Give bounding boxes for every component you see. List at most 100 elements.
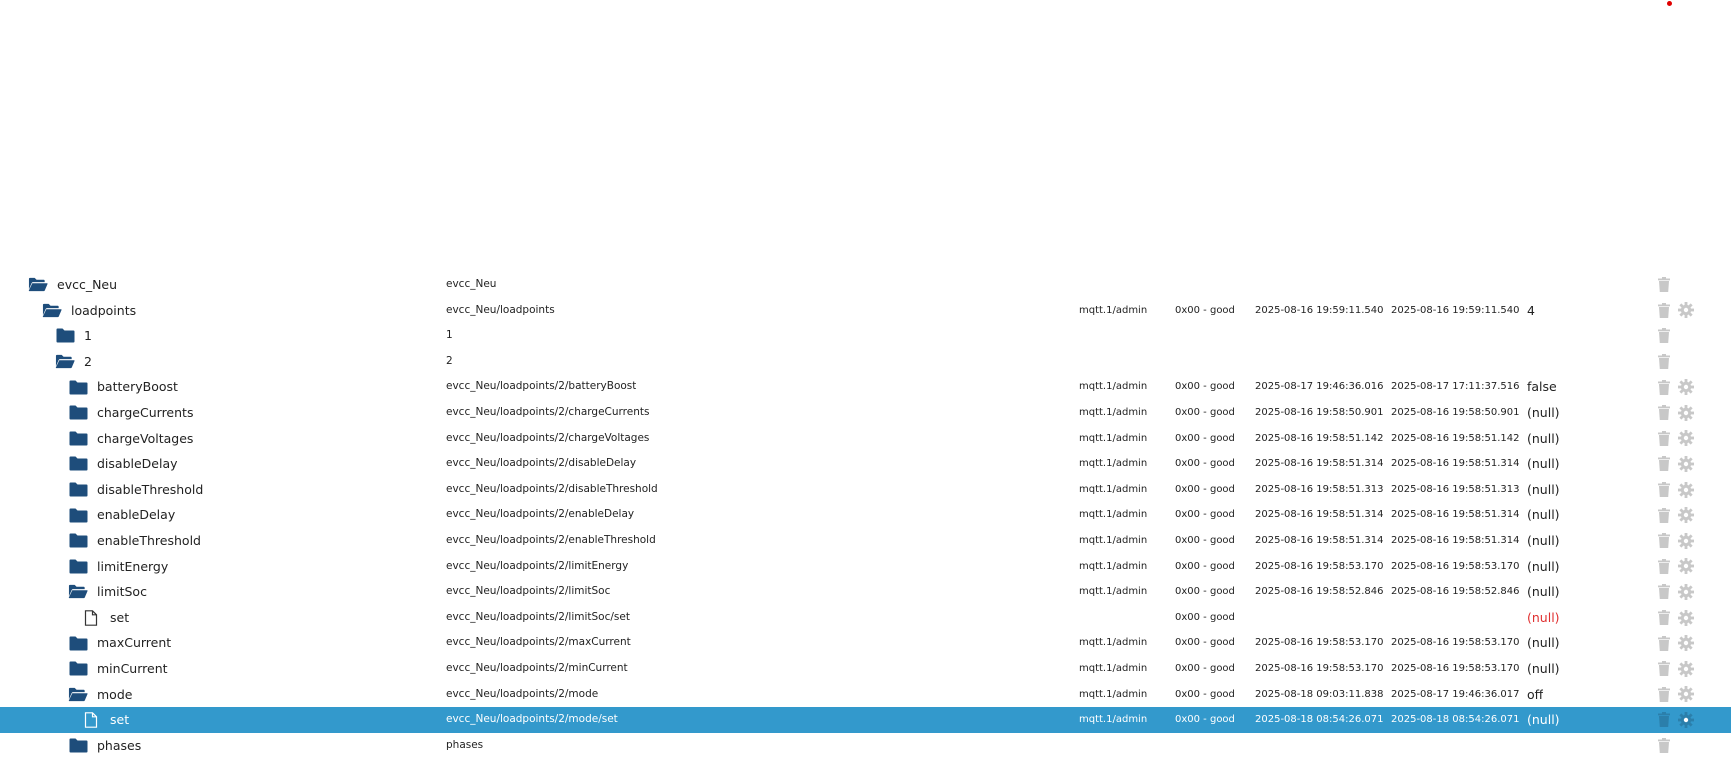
delete-trash-icon[interactable] — [1656, 686, 1672, 702]
delete-trash-icon[interactable] — [1656, 430, 1672, 446]
delete-trash-icon[interactable] — [1656, 302, 1672, 318]
object-value[interactable]: off — [1527, 682, 1543, 708]
tree-row[interactable]: set evcc_Neu/loadpoints/2/limitSoc/set 0x0… — [0, 605, 1731, 631]
object-value[interactable]: (null) — [1527, 630, 1560, 656]
tree-item-name[interactable]: 2 — [55, 349, 92, 375]
delete-trash-icon[interactable] — [1656, 661, 1672, 677]
folder-icon[interactable] — [68, 737, 88, 753]
folder-open-icon[interactable] — [55, 354, 75, 370]
settings-gear-icon[interactable] — [1678, 660, 1694, 677]
tree-item-name[interactable]: enableDelay — [68, 502, 175, 528]
settings-gear-icon[interactable] — [1678, 481, 1694, 498]
settings-gear-icon[interactable] — [1678, 430, 1694, 447]
folder-open-icon[interactable] — [68, 584, 88, 600]
folder-open-icon[interactable] — [42, 302, 62, 318]
object-value[interactable]: (null) — [1527, 477, 1560, 503]
tree-item-name[interactable]: evcc_Neu — [28, 272, 117, 298]
delete-trash-icon[interactable] — [1656, 635, 1672, 651]
tree-item-name[interactable]: limitEnergy — [68, 554, 168, 580]
tree-row[interactable]: limitSoc evcc_Neu/loadpoints/2/limitSoc mq… — [0, 579, 1731, 605]
tree-row[interactable]: 22 — [0, 349, 1731, 375]
settings-gear-icon[interactable] — [1678, 583, 1694, 600]
tree-row[interactable]: disableDelay evcc_Neu/loadpoints/2/disabl… — [0, 451, 1731, 477]
tree-row[interactable]: disableThreshold evcc_Neu/loadpoints/2/di… — [0, 477, 1731, 503]
folder-open-icon[interactable] — [68, 686, 88, 702]
delete-trash-icon[interactable] — [1656, 533, 1672, 549]
tree-item-name[interactable]: set — [81, 605, 129, 631]
tree-item-name[interactable]: maxCurrent — [68, 630, 171, 656]
folder-icon[interactable] — [55, 328, 75, 344]
tree-row[interactable]: chargeCurrents evcc_Neu/loadpoints/2/char… — [0, 400, 1731, 426]
folder-icon[interactable] — [68, 558, 88, 574]
tree-item-name[interactable]: chargeVoltages — [68, 426, 193, 452]
settings-gear-icon[interactable] — [1678, 609, 1694, 626]
object-value[interactable]: (null) — [1527, 656, 1560, 682]
delete-trash-icon[interactable] — [1656, 584, 1672, 600]
file-icon[interactable] — [81, 712, 101, 728]
delete-trash-icon[interactable] — [1656, 405, 1672, 421]
folder-icon[interactable] — [68, 533, 88, 549]
delete-trash-icon[interactable] — [1656, 507, 1672, 523]
tree-row[interactable]: enableDelay evcc_Neu/loadpoints/2/enableD… — [0, 502, 1731, 528]
object-value[interactable]: (null) — [1527, 528, 1560, 554]
settings-gear-icon[interactable] — [1678, 404, 1694, 421]
tree-item-name[interactable]: mode — [68, 682, 132, 708]
tree-item-name[interactable]: phases — [68, 733, 141, 759]
object-value[interactable]: (null) — [1527, 426, 1560, 452]
delete-trash-icon[interactable] — [1656, 482, 1672, 498]
tree-row[interactable]: loadpoints evcc_Neu/loadpoints mqtt.1/admi… — [0, 298, 1731, 324]
tree-row[interactable]: minCurrent evcc_Neu/loadpoints/2/minCurre… — [0, 656, 1731, 682]
settings-gear-icon[interactable] — [1678, 558, 1694, 575]
tree-row[interactable]: phases phases — [0, 733, 1731, 759]
tree-item-name[interactable]: disableThreshold — [68, 477, 203, 503]
tree-row[interactable]: chargeVoltages evcc_Neu/loadpoints/2/char… — [0, 426, 1731, 452]
object-value[interactable]: (null) — [1527, 579, 1560, 605]
delete-trash-icon[interactable] — [1656, 737, 1672, 753]
folder-icon[interactable] — [68, 405, 88, 421]
settings-gear-icon[interactable] — [1678, 711, 1694, 728]
tree-item-name[interactable]: minCurrent — [68, 656, 168, 682]
folder-icon[interactable] — [68, 507, 88, 523]
tree-row[interactable]: enableThreshold evcc_Neu/loadpoints/2/ena… — [0, 528, 1731, 554]
tree-item-name[interactable]: limitSoc — [68, 579, 147, 605]
folder-open-icon[interactable] — [28, 277, 48, 293]
object-value[interactable]: (null) — [1527, 707, 1560, 733]
delete-trash-icon[interactable] — [1656, 354, 1672, 370]
tree-row[interactable]: mode evcc_Neu/loadpoints/2/mode mqtt.1/adm… — [0, 682, 1731, 708]
tree-row[interactable]: maxCurrent evcc_Neu/loadpoints/2/maxCurre… — [0, 630, 1731, 656]
settings-gear-icon[interactable] — [1678, 455, 1694, 472]
delete-trash-icon[interactable] — [1656, 379, 1672, 395]
delete-trash-icon[interactable] — [1656, 712, 1672, 728]
tree-item-name[interactable]: disableDelay — [68, 451, 178, 477]
object-value[interactable]: false — [1527, 374, 1557, 400]
tree-row[interactable]: limitEnergy evcc_Neu/loadpoints/2/limitEn… — [0, 554, 1731, 580]
folder-icon[interactable] — [68, 430, 88, 446]
settings-gear-icon[interactable] — [1678, 302, 1694, 319]
object-value[interactable]: 4 — [1527, 298, 1535, 324]
object-value[interactable]: (null) — [1527, 451, 1560, 477]
object-value[interactable]: (null) — [1527, 554, 1560, 580]
tree-item-name[interactable]: enableThreshold — [68, 528, 201, 554]
settings-gear-icon[interactable] — [1678, 532, 1694, 549]
tree-item-name[interactable]: 1 — [55, 323, 92, 349]
file-icon[interactable] — [81, 609, 101, 626]
delete-trash-icon[interactable] — [1656, 456, 1672, 472]
tree-item-name[interactable]: batteryBoost — [68, 374, 178, 400]
tree-row[interactable]: 11 — [0, 323, 1731, 349]
folder-icon[interactable] — [68, 379, 88, 395]
folder-icon[interactable] — [68, 456, 88, 472]
folder-icon[interactable] — [68, 482, 88, 498]
folder-icon[interactable] — [68, 635, 88, 651]
tree-item-name[interactable]: loadpoints — [42, 298, 136, 324]
settings-gear-icon[interactable] — [1678, 635, 1694, 652]
folder-icon[interactable] — [68, 661, 88, 677]
object-value[interactable]: (null) — [1527, 605, 1560, 631]
tree-row[interactable]: evcc_Neu evcc_Neu — [0, 272, 1731, 298]
settings-gear-icon[interactable] — [1678, 686, 1694, 703]
tree-row[interactable]: batteryBoost evcc_Neu/loadpoints/2/batter… — [0, 374, 1731, 400]
settings-gear-icon[interactable] — [1678, 379, 1694, 396]
tree-item-name[interactable]: chargeCurrents — [68, 400, 193, 426]
object-value[interactable]: (null) — [1527, 502, 1560, 528]
tree-item-name[interactable]: set — [81, 707, 129, 733]
tree-row[interactable]: set evcc_Neu/loadpoints/2/mode/set mqtt.1/… — [0, 707, 1731, 733]
